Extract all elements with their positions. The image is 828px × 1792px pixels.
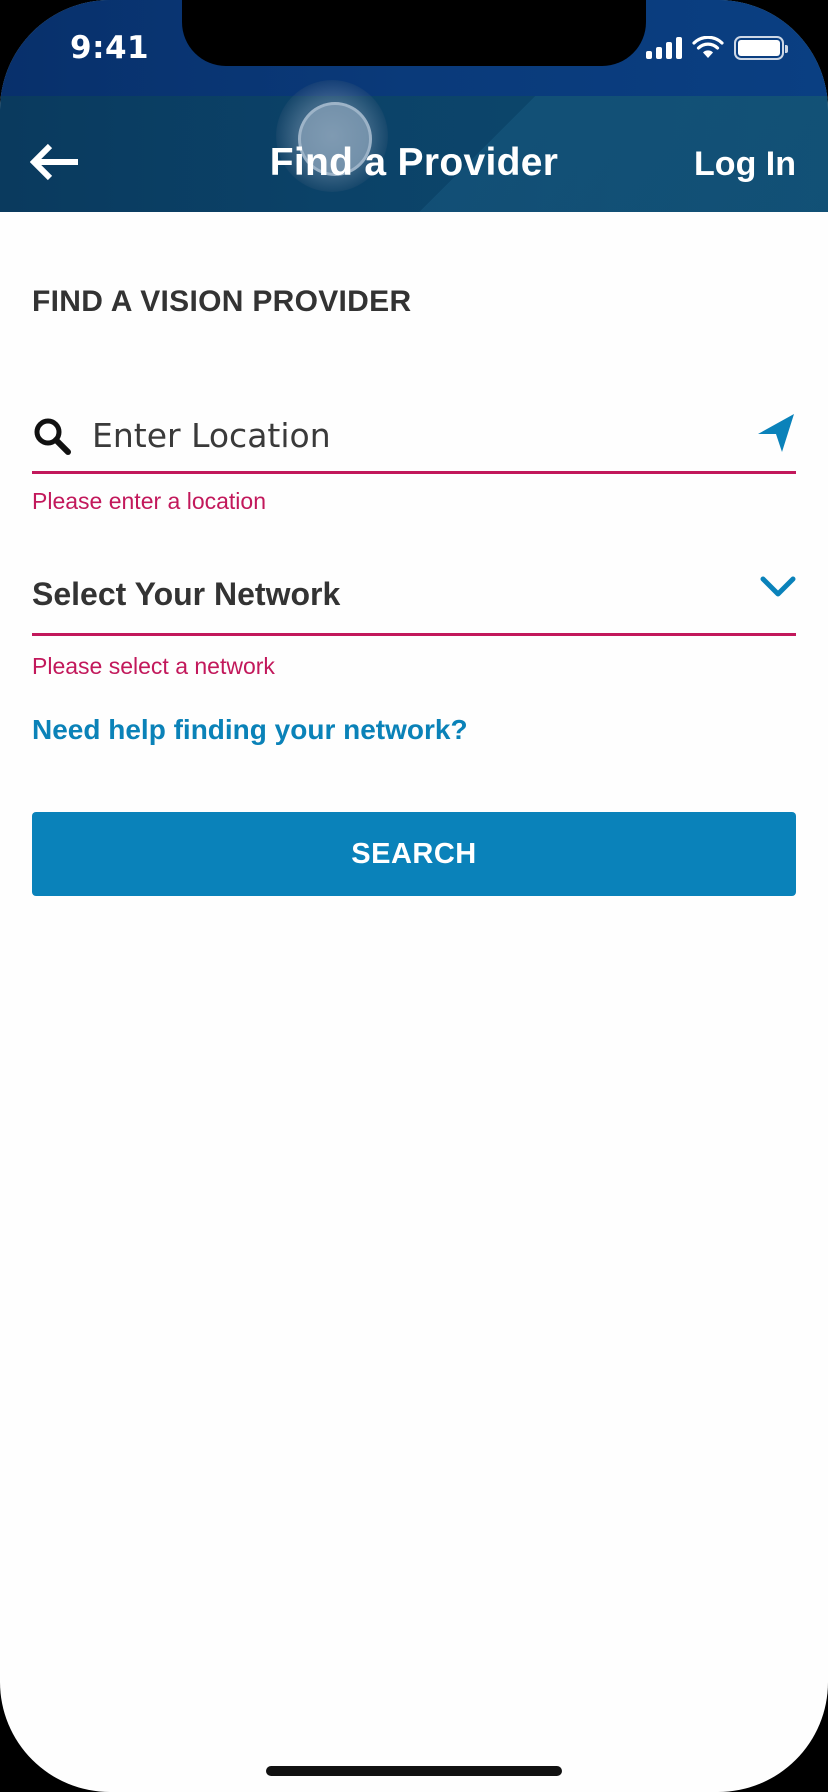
section-title: FIND A VISION PROVIDER (32, 285, 412, 318)
login-button[interactable]: Log In (694, 145, 796, 184)
search-button[interactable]: SEARCH (32, 812, 796, 896)
search-icon (34, 418, 71, 455)
signal-icon (646, 37, 682, 59)
network-error: Please select a network (32, 653, 275, 679)
network-select-label: Select Your Network (32, 576, 341, 612)
status-time: 9:41 (70, 30, 150, 66)
location-input[interactable] (92, 410, 712, 460)
location-arrow-icon[interactable] (756, 412, 796, 454)
battery-icon (734, 36, 788, 60)
chevron-down-icon[interactable] (760, 572, 796, 602)
location-field (32, 400, 796, 474)
home-indicator[interactable] (266, 1766, 562, 1776)
status-icons (646, 36, 788, 60)
location-error: Please enter a location (32, 488, 266, 514)
wifi-icon (692, 36, 724, 58)
app-header: 9:41 Find a Provider Log In (0, 0, 828, 212)
app-screen: 9:41 Find a Provider Log In FIND A VISIO… (0, 0, 828, 1792)
network-select[interactable]: Select Your Network (32, 560, 796, 636)
device-notch (182, 0, 646, 66)
network-help-link[interactable]: Need help finding your network? (32, 714, 468, 746)
